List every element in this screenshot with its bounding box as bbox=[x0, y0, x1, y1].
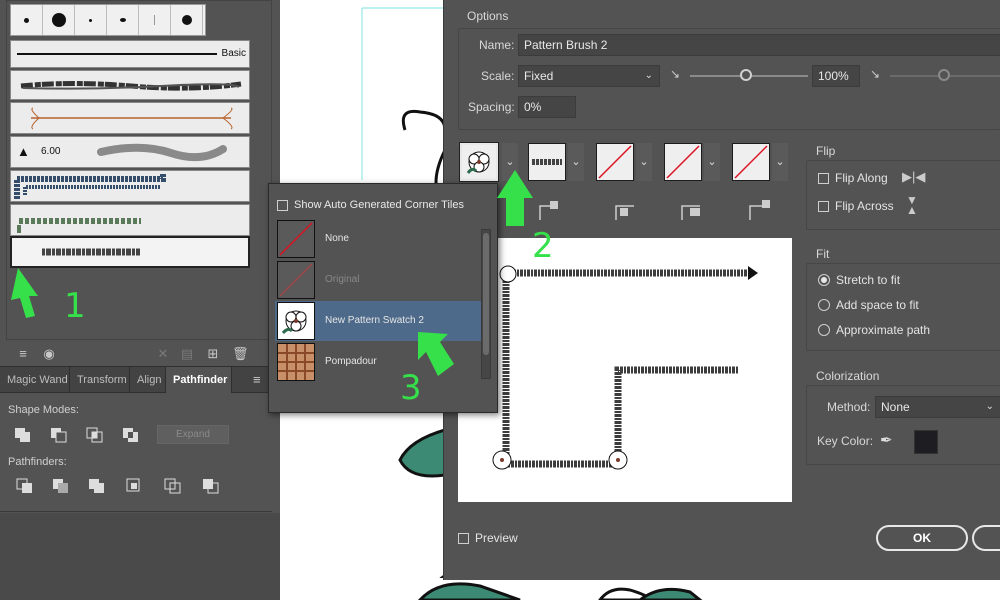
annotation-label-3: 3 bbox=[400, 368, 422, 408]
annotation-arrow-2 bbox=[497, 170, 533, 226]
annotation-arrows bbox=[11, 170, 533, 376]
annotation-label-2: 2 bbox=[532, 226, 554, 266]
annotation-arrow-1 bbox=[11, 268, 38, 318]
annotation-arrow-3 bbox=[418, 332, 454, 376]
annotation-label-1: 1 bbox=[64, 286, 86, 326]
